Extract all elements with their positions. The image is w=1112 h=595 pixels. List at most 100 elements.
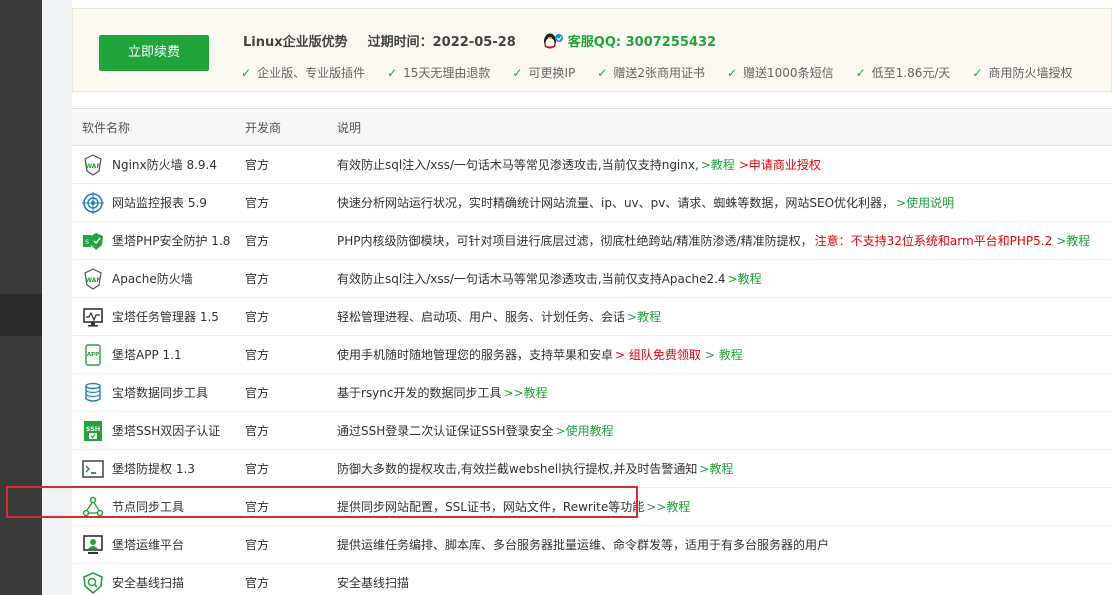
task-manager-icon xyxy=(82,306,104,328)
check-icon: ✓ xyxy=(387,65,398,80)
header-name: 软件名称 xyxy=(82,120,131,135)
table-row[interactable]: 宝塔数据同步工具 官方 基于rsync开发的数据同步工具 >>教程 xyxy=(72,374,1112,412)
description-link[interactable]: >教程 xyxy=(1056,234,1090,248)
feature-list: ✓ 企业版、专业版插件 ✓ 15天无理由退款 ✓ 可更换IP ✓ 赠送2张商用证书 ✓ 赠… xyxy=(241,64,1094,81)
vendor-cell: 官方 xyxy=(245,424,270,438)
table-row[interactable]: 安全基线扫描 官方 安全基线扫描 xyxy=(72,564,1112,595)
table-row[interactable]: S 堡塔PHP安全防护 1.8 官方 PHP内核级防御模块，可针对项目进行底层过滤，彻… xyxy=(72,222,1112,260)
table-row[interactable]: 堡塔防提权 1.3 官方 防御大多数的提权攻击,有效拦截webshell执行提权,并… xyxy=(72,450,1112,488)
software-name-cell: 安全基线扫描 xyxy=(72,571,236,594)
feature-label: 商用防火墙授权 xyxy=(988,66,1073,80)
description-link[interactable]: >教程 xyxy=(701,158,735,172)
table-row[interactable]: 网站监控报表 5.9 官方 快速分析网站运行状况，实时精确统计网站流量、ip、uv、… xyxy=(72,184,1112,222)
svg-text:S: S xyxy=(85,239,89,246)
description-link[interactable]: >教程 xyxy=(699,462,733,476)
promo-title: Linux企业版优势 xyxy=(243,35,348,50)
description-link[interactable]: >使用教程 xyxy=(556,424,614,438)
table-row[interactable]: 节点同步工具 官方 提供同步网站配置，SSL证书，网站文件，Rewrite等功能 >>… xyxy=(72,488,1112,526)
description-text: 防御大多数的提权攻击,有效拦截webshell执行提权,并及时告警通知 xyxy=(337,462,698,476)
description-link[interactable]: >教程 xyxy=(627,310,661,324)
feature-item: ✓ 企业版、专业版插件 xyxy=(241,64,365,81)
header-vendor: 开发商 xyxy=(245,120,282,135)
feature-label: 15天无理由退款 xyxy=(403,66,491,80)
svg-text:SSH: SSH xyxy=(86,425,101,433)
table-row[interactable]: 堡塔运维平台 官方 提供运维任务编排、脚本库、多台服务器批量运维、命令群发等，适用于… xyxy=(72,526,1112,564)
description-cell: 提供运维任务编排、脚本库、多台服务器批量运维、命令群发等，适用于有多台服务器的用… xyxy=(328,536,1112,553)
support-qq[interactable]: 客服QQ: 3007255432 xyxy=(542,31,716,50)
description-cell: 有效防止sql注入/xss/一句话木马等常见渗透攻击,当前仅支持nginx, >教… xyxy=(328,156,1112,173)
vendor-cell: 官方 xyxy=(245,158,270,172)
description-cell: 安全基线扫描 xyxy=(328,574,1112,591)
waf-icon: WAF xyxy=(82,153,104,176)
description-text: 有效防止sql注入/xss/一句话木马等常见渗透攻击,当前仅支持Apache2.… xyxy=(337,272,726,286)
vendor-cell: 官方 xyxy=(245,462,270,476)
software-name-cell: 网站监控报表 5.9 xyxy=(72,191,236,214)
software-name: 堡塔SSH双因子认证 xyxy=(112,424,221,438)
description-text: 通过SSH登录二次认证保证SSH登录安全 xyxy=(337,424,554,438)
description-text: 快速分析网站运行状况，实时精确统计网站流量、ip、uv、pv、请求、蜘蛛等数据，… xyxy=(337,196,895,210)
description-link[interactable]: > 教程 xyxy=(705,348,743,362)
description-text: 轻松管理进程、启动项、用户、服务、计划任务、会话 xyxy=(337,310,626,324)
waf-icon: WAF xyxy=(82,267,104,290)
table-row[interactable]: SSH 堡塔SSH双因子认证 官方 通过SSH登录二次认证保证SSH登录安全 >使用教程 xyxy=(72,412,1112,450)
table-row[interactable]: WAF Nginx防火墙 8.9.4 官方 有效防止sql注入/xss/一句话木马等常… xyxy=(72,146,1112,184)
software-name: 宝塔任务管理器 1.5 xyxy=(112,310,219,324)
description-link[interactable]: >申请商业授权 xyxy=(739,158,821,172)
feature-item: ✓ 15天无理由退款 xyxy=(387,64,490,81)
svg-text:WAF: WAF xyxy=(85,277,100,284)
vendor-cell: 官方 xyxy=(245,234,270,248)
software-name-cell: 堡塔运维平台 xyxy=(72,534,236,556)
software-name-cell: APP 堡塔APP 1.1 xyxy=(72,343,236,366)
node-sync-icon xyxy=(82,496,104,518)
promo-header: Linux企业版优势 过期时间：2022-05-28 客服QQ: 3007255… xyxy=(243,31,716,50)
description-link[interactable]: >使用说明 xyxy=(896,196,954,210)
software-name: 堡塔防提权 1.3 xyxy=(112,462,195,476)
vendor-cell: 官方 xyxy=(245,272,270,286)
table-row[interactable]: 宝塔任务管理器 1.5 官方 轻松管理进程、启动项、用户、服务、计划任务、会话 >教程 xyxy=(72,298,1112,336)
feature-label: 企业版、专业版插件 xyxy=(257,66,366,80)
software-name: 节点同步工具 xyxy=(112,500,185,514)
renew-button[interactable]: 立即续费 xyxy=(99,35,209,71)
content-gutter xyxy=(42,0,72,595)
description-cell: 防御大多数的提权攻击,有效拦截webshell执行提权,并及时告警通知 >教程 xyxy=(328,460,1112,477)
feature-item: ✓ 赠送2张商用证书 xyxy=(597,64,705,81)
header-description: 说明 xyxy=(337,120,362,135)
table-row[interactable]: APP 堡塔APP 1.1 官方 使用手机随时随地管理您的服务器，支持苹果和安卓 > 组… xyxy=(72,336,1112,374)
terminal-icon xyxy=(82,458,104,480)
software-name: 堡塔运维平台 xyxy=(112,538,185,552)
check-icon: ✓ xyxy=(241,65,252,80)
description-link[interactable]: >教程 xyxy=(728,272,762,286)
description-link[interactable]: >>教程 xyxy=(504,386,548,400)
description-cell: PHP内核级防御模块，可针对项目进行底层过滤，彻底杜绝跨站/精准防渗透/精准防提… xyxy=(328,232,1112,249)
svg-text:WAF: WAF xyxy=(85,163,100,170)
sidebar xyxy=(0,0,42,595)
vendor-cell: 官方 xyxy=(245,310,270,324)
check-icon: ✓ xyxy=(512,65,523,80)
feature-label: 低至1.86元/天 xyxy=(871,66,951,80)
table-row[interactable]: WAF Apache防火墙 官方 有效防止sql注入/xss/一句话木马等常见渗透攻击… xyxy=(72,260,1112,298)
ssh-icon: SSH xyxy=(82,420,104,442)
svg-text:APP: APP xyxy=(87,352,99,358)
description-text: 安全基线扫描 xyxy=(337,576,410,590)
vendor-cell: 官方 xyxy=(245,500,270,514)
software-name-cell: 节点同步工具 xyxy=(72,496,236,518)
monitor-target-icon xyxy=(82,191,104,214)
description-cell: 使用手机随时随地管理您的服务器，支持苹果和安卓 > 组队免费领取 > 教程 xyxy=(328,346,1112,363)
description-cell: 轻松管理进程、启动项、用户、服务、计划任务、会话 >教程 xyxy=(328,308,1112,325)
support-qq-text: 客服QQ: 3007255432 xyxy=(567,35,717,50)
description-text: 提供运维任务编排、脚本库、多台服务器批量运维、命令群发等，适用于有多台服务器的用… xyxy=(337,538,830,552)
description-cell: 通过SSH登录二次认证保证SSH登录安全 >使用教程 xyxy=(328,422,1112,439)
description-text: 提供同步网站配置，SSL证书，网站文件，Rewrite等功能 xyxy=(337,500,645,514)
feature-item: ✓ 可更换IP xyxy=(512,64,575,81)
table-header: 软件名称 开发商 说明 xyxy=(72,109,1112,146)
software-name: Nginx防火墙 8.9.4 xyxy=(112,158,217,172)
sidebar-active-item[interactable] xyxy=(0,294,42,336)
description-link[interactable]: > 组队免费领取 xyxy=(615,348,701,362)
description-cell: 快速分析网站运行状况，实时精确统计网站流量、ip、uv、pv、请求、蜘蛛等数据，… xyxy=(328,194,1112,211)
description-link[interactable]: 注意：不支持32位系统和arm平台和PHP5.2 xyxy=(815,234,1053,248)
description-link[interactable]: >>教程 xyxy=(646,500,690,514)
vendor-cell: 官方 xyxy=(245,348,270,362)
software-name: 宝塔数据同步工具 xyxy=(112,386,209,400)
promo-banner: 立即续费 Linux企业版优势 过期时间：2022-05-28 客服QQ: 30… xyxy=(72,8,1112,92)
software-name-cell: 宝塔数据同步工具 xyxy=(72,382,236,404)
